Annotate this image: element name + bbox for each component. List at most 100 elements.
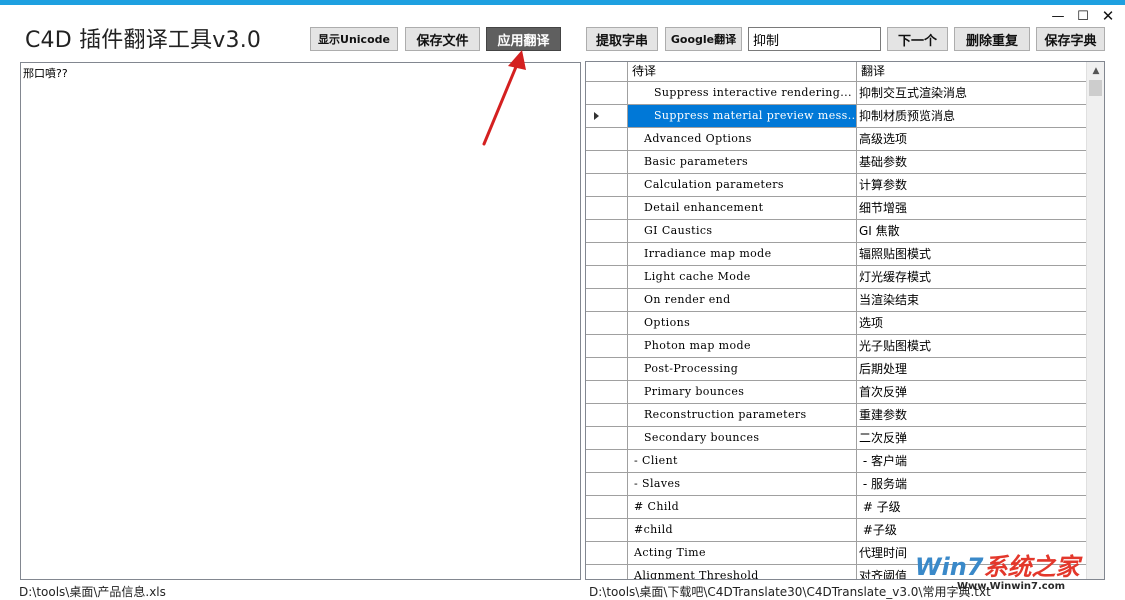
source-cell[interactable]: On render end [628,289,857,312]
source-cell[interactable]: Suppress interactive rendering... [628,82,857,105]
search-input[interactable] [748,27,881,51]
source-cell[interactable]: Light cache Mode [628,266,857,289]
source-cell[interactable]: GI Caustics [628,220,857,243]
source-text-editor[interactable]: 邢口噴?? [20,62,581,580]
row-header[interactable] [586,220,628,243]
source-cell[interactable]: Photon map mode [628,335,857,358]
target-cell[interactable]: 辐照贴图模式 [857,243,1087,266]
source-cell[interactable]: # Child [628,496,857,519]
show-unicode-button[interactable]: 显示Unicode [310,27,398,51]
save-file-button[interactable]: 保存文件 [405,27,480,51]
table-row[interactable]: Suppress material preview mess... 抑制材质预览消… [586,105,1087,128]
save-dictionary-button[interactable]: 保存字典 [1036,27,1105,51]
target-cell[interactable]: #子级 [857,519,1087,542]
source-cell[interactable]: - Slaves [628,473,857,496]
row-header[interactable] [586,381,628,404]
table-row[interactable]: Calculation parameters 计算参数 [586,174,1087,197]
target-cell[interactable]: 后期处理 [857,358,1087,381]
table-row[interactable]: - Client - 客户端 [586,450,1087,473]
row-header[interactable] [586,496,628,519]
target-cell[interactable]: 选项 [857,312,1087,335]
row-header[interactable] [586,105,628,128]
row-header[interactable] [586,197,628,220]
row-header[interactable] [586,128,628,151]
target-cell[interactable]: - 客户端 [857,450,1087,473]
target-cell[interactable]: GI 焦散 [857,220,1087,243]
table-row[interactable]: Suppress interactive rendering... 抑制交互式渲染… [586,82,1087,105]
table-row[interactable]: - Slaves - 服务端 [586,473,1087,496]
scroll-up-icon[interactable]: ▲ [1087,62,1104,80]
row-header[interactable] [586,174,628,197]
maximize-icon[interactable]: ☐ [1072,7,1094,25]
table-row[interactable]: Basic parameters 基础参数 [586,151,1087,174]
row-header[interactable] [586,519,628,542]
table-row[interactable]: Post-Processing 后期处理 [586,358,1087,381]
remove-duplicates-button[interactable]: 删除重复 [954,27,1030,51]
source-cell[interactable]: Alignment Threshold [628,565,857,579]
extract-strings-button[interactable]: 提取字串 [586,27,658,51]
source-cell[interactable]: #child [628,519,857,542]
target-cell[interactable]: # 子级 [857,496,1087,519]
table-row[interactable]: Secondary bounces 二次反弹 [586,427,1087,450]
target-cell[interactable]: 灯光缓存模式 [857,266,1087,289]
source-cell[interactable]: Detail enhancement [628,197,857,220]
table-row[interactable]: Detail enhancement 细节增强 [586,197,1087,220]
target-cell[interactable]: - 服务端 [857,473,1087,496]
table-row[interactable]: Primary bounces 首次反弹 [586,381,1087,404]
source-cell[interactable]: Acting Time [628,542,857,565]
target-cell[interactable]: 高级选项 [857,128,1087,151]
row-header[interactable] [586,312,628,335]
source-cell[interactable]: Options [628,312,857,335]
row-header[interactable] [586,289,628,312]
row-header[interactable] [586,450,628,473]
table-row[interactable]: #child #子级 [586,519,1087,542]
source-cell[interactable]: Secondary bounces [628,427,857,450]
table-row[interactable]: Options 选项 [586,312,1087,335]
row-header[interactable] [586,358,628,381]
source-cell[interactable]: Primary bounces [628,381,857,404]
translation-grid[interactable]: 待译 翻译 Suppress interactive rendering... 抑… [585,61,1105,580]
column-header-target[interactable]: 翻译 [857,62,1087,82]
source-cell[interactable]: - Client [628,450,857,473]
source-cell[interactable]: Calculation parameters [628,174,857,197]
row-header[interactable] [586,335,628,358]
next-button[interactable]: 下一个 [887,27,948,51]
row-header[interactable] [586,243,628,266]
target-cell[interactable]: 基础参数 [857,151,1087,174]
row-header[interactable] [586,82,628,105]
source-cell[interactable]: Irradiance map mode [628,243,857,266]
row-header[interactable] [586,542,628,565]
minimize-icon[interactable]: — [1047,7,1069,25]
target-cell[interactable]: 光子贴图模式 [857,335,1087,358]
table-row[interactable]: GI Caustics GI 焦散 [586,220,1087,243]
row-header[interactable] [586,151,628,174]
target-cell[interactable]: 抑制交互式渲染消息 [857,82,1087,105]
source-cell[interactable]: Suppress material preview mess... [628,105,857,128]
row-header[interactable] [586,473,628,496]
table-row[interactable]: Irradiance map mode 辐照贴图模式 [586,243,1087,266]
grid-vertical-scrollbar[interactable]: ▲ [1086,62,1104,579]
column-header-source[interactable]: 待译 [628,62,857,82]
scroll-thumb[interactable] [1089,80,1102,96]
table-row[interactable]: # Child # 子级 [586,496,1087,519]
table-row[interactable]: Reconstruction parameters 重建参数 [586,404,1087,427]
row-header[interactable] [586,427,628,450]
target-cell[interactable]: 当渲染结束 [857,289,1087,312]
table-row[interactable]: Light cache Mode 灯光缓存模式 [586,266,1087,289]
target-cell[interactable]: 二次反弹 [857,427,1087,450]
target-cell[interactable]: 抑制材质预览消息 [857,105,1087,128]
table-row[interactable]: Photon map mode 光子贴图模式 [586,335,1087,358]
source-cell[interactable]: Advanced Options [628,128,857,151]
target-cell[interactable]: 细节增强 [857,197,1087,220]
target-cell[interactable]: 重建参数 [857,404,1087,427]
source-cell[interactable]: Reconstruction parameters [628,404,857,427]
target-cell[interactable]: 首次反弹 [857,381,1087,404]
apply-translate-button[interactable]: 应用翻译 [486,27,561,51]
table-row[interactable]: On render end 当渲染结束 [586,289,1087,312]
google-translate-button[interactable]: Google翻译 [665,27,742,51]
source-cell[interactable]: Basic parameters [628,151,857,174]
source-cell[interactable]: Post-Processing [628,358,857,381]
row-header[interactable] [586,266,628,289]
table-row[interactable]: Advanced Options 高级选项 [586,128,1087,151]
close-icon[interactable]: ✕ [1097,7,1119,25]
